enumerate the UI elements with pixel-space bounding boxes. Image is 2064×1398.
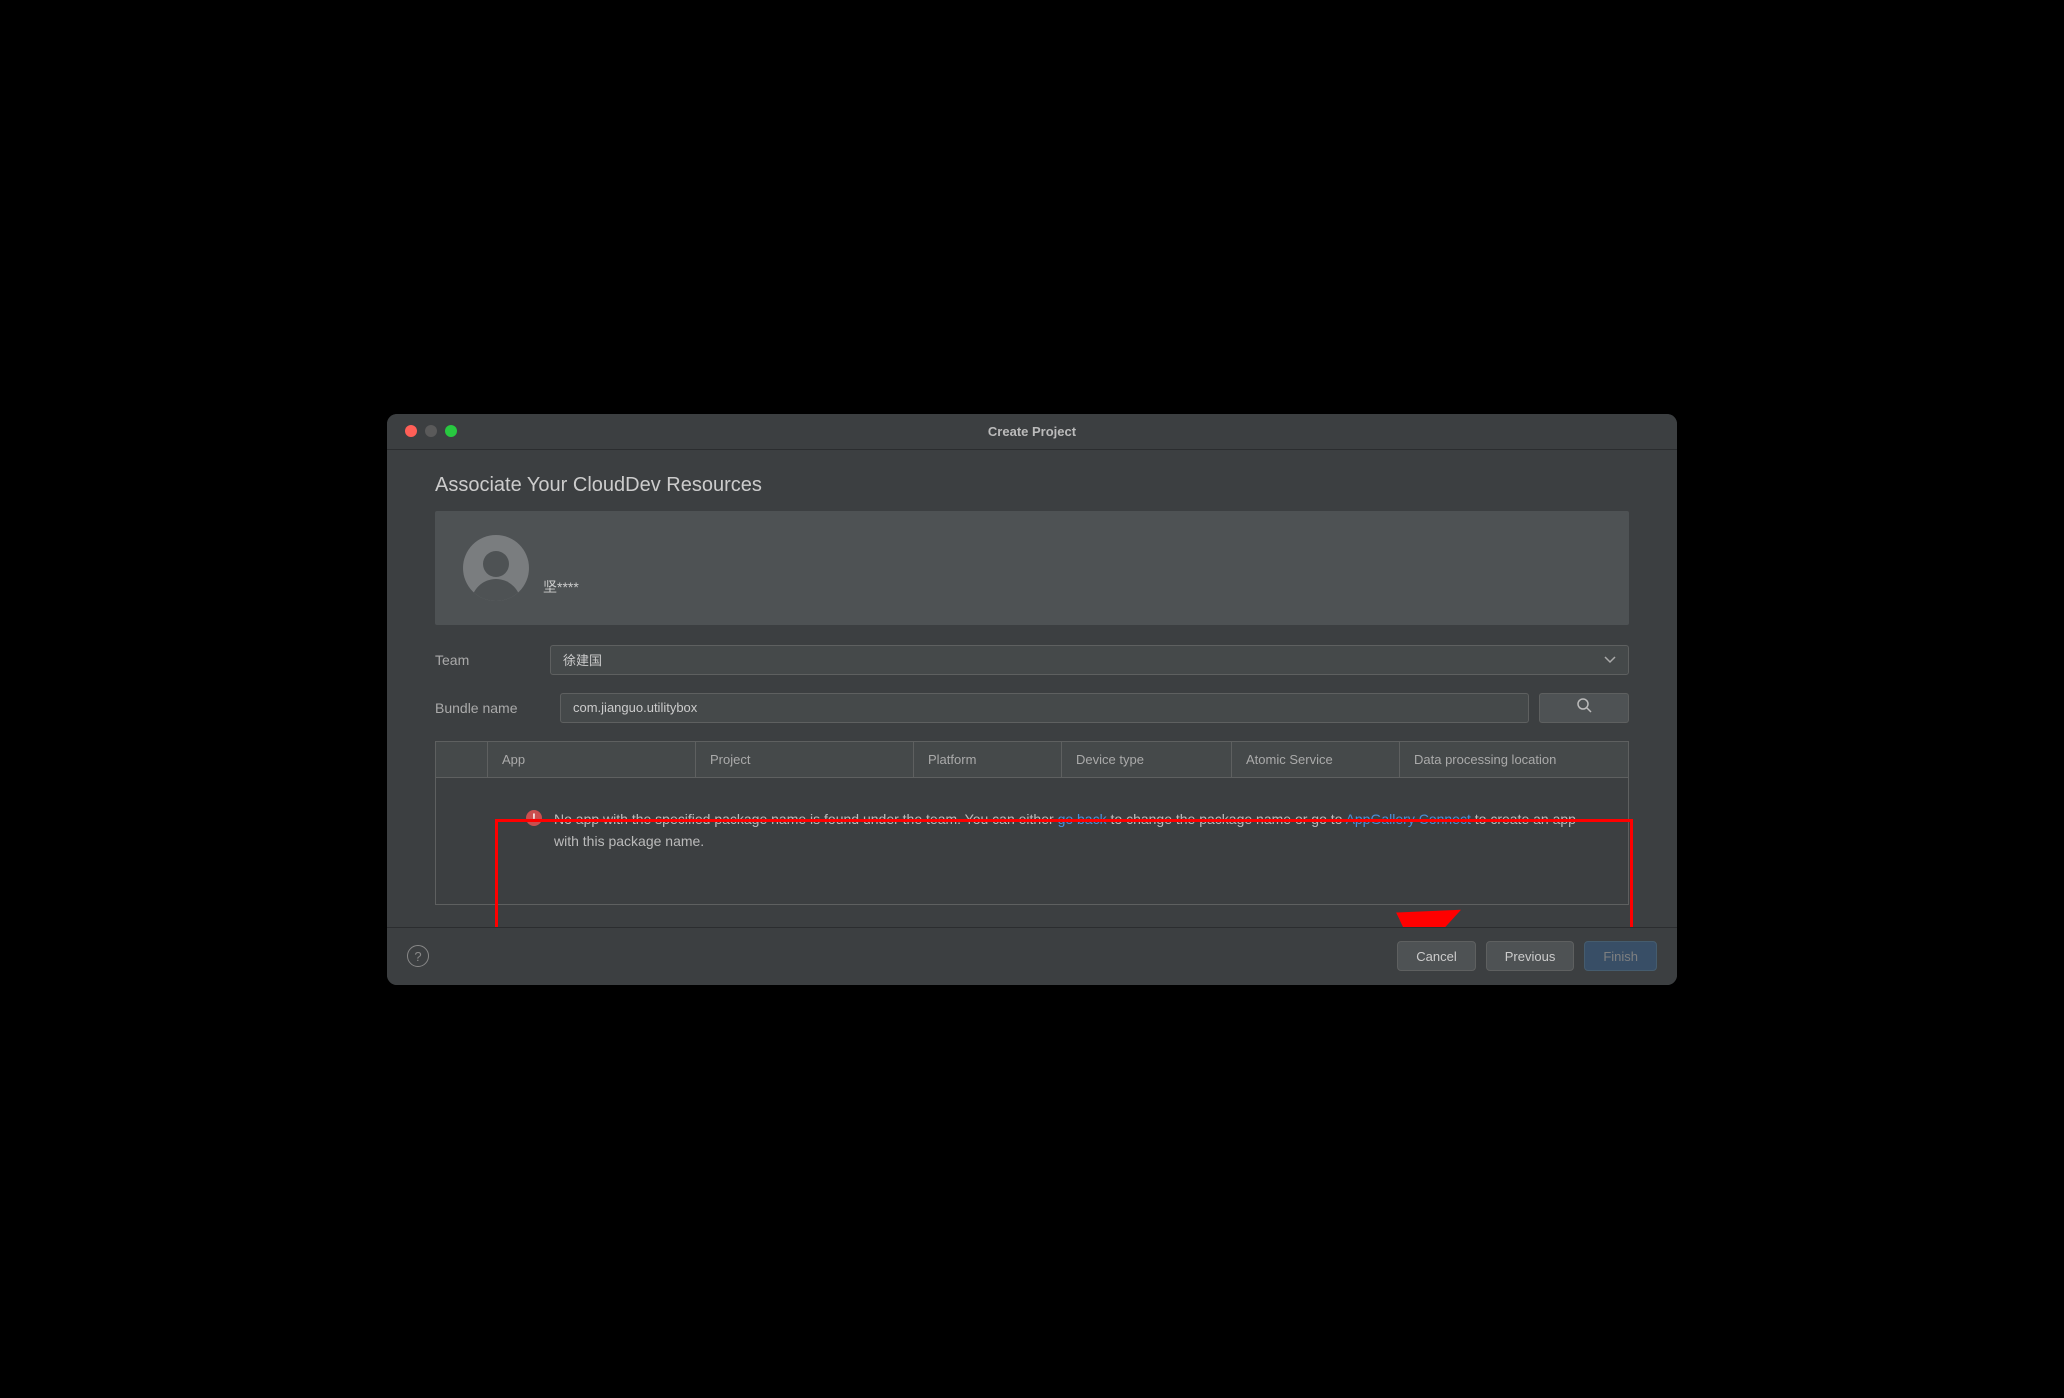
error-text: No app with the specified package name i…	[554, 808, 1580, 853]
window-maximize-button[interactable]	[445, 425, 457, 437]
cancel-button[interactable]: Cancel	[1397, 941, 1475, 971]
dialog-footer: ? Cancel Previous Finish	[387, 927, 1677, 985]
bundle-label: Bundle name	[435, 700, 550, 716]
bundle-row: Bundle name	[435, 693, 1629, 723]
bundle-name-input[interactable]	[560, 693, 1529, 723]
th-project: Project	[696, 742, 914, 777]
team-row: Team 徐建国	[435, 645, 1629, 675]
table-body: ! No app with the specified package name…	[436, 778, 1628, 904]
th-platform: Platform	[914, 742, 1062, 777]
error-message: ! No app with the specified package name…	[526, 808, 1580, 853]
th-app: App	[488, 742, 696, 777]
avatar	[463, 535, 529, 601]
dialog-window: Create Project Associate Your CloudDev R…	[387, 414, 1677, 985]
team-value: 徐建国	[563, 650, 602, 669]
results-table: App Project Platform Device type Atomic …	[435, 741, 1629, 905]
footer-buttons: Cancel Previous Finish	[1397, 941, 1657, 971]
finish-button[interactable]: Finish	[1584, 941, 1657, 971]
window-close-button[interactable]	[405, 425, 417, 437]
th-checkbox	[436, 742, 488, 777]
appgallery-connect-link[interactable]: AppGallery Connect	[1346, 811, 1471, 827]
page-title: Associate Your CloudDev Resources	[435, 474, 1629, 497]
table-header: App Project Platform Device type Atomic …	[436, 742, 1628, 778]
chevron-down-icon	[1604, 656, 1616, 664]
go-back-link[interactable]: go back	[1058, 811, 1107, 827]
user-card: 坚****	[435, 511, 1629, 625]
th-device: Device type	[1062, 742, 1232, 777]
search-icon	[1576, 697, 1592, 718]
dialog-content: Associate Your CloudDev Resources 坚**** …	[387, 450, 1677, 985]
titlebar: Create Project	[387, 414, 1677, 450]
traffic-lights	[387, 425, 457, 437]
help-icon[interactable]: ?	[407, 945, 429, 967]
team-select[interactable]: 徐建国	[550, 645, 1629, 675]
user-name: 坚****	[543, 577, 579, 597]
window-title: Create Project	[988, 424, 1076, 439]
th-data-location: Data processing location	[1400, 742, 1628, 777]
th-atomic: Atomic Service	[1232, 742, 1400, 777]
team-label: Team	[435, 652, 550, 668]
window-minimize-button[interactable]	[425, 425, 437, 437]
error-icon: !	[526, 810, 542, 826]
previous-button[interactable]: Previous	[1486, 941, 1575, 971]
search-button[interactable]	[1539, 693, 1629, 723]
